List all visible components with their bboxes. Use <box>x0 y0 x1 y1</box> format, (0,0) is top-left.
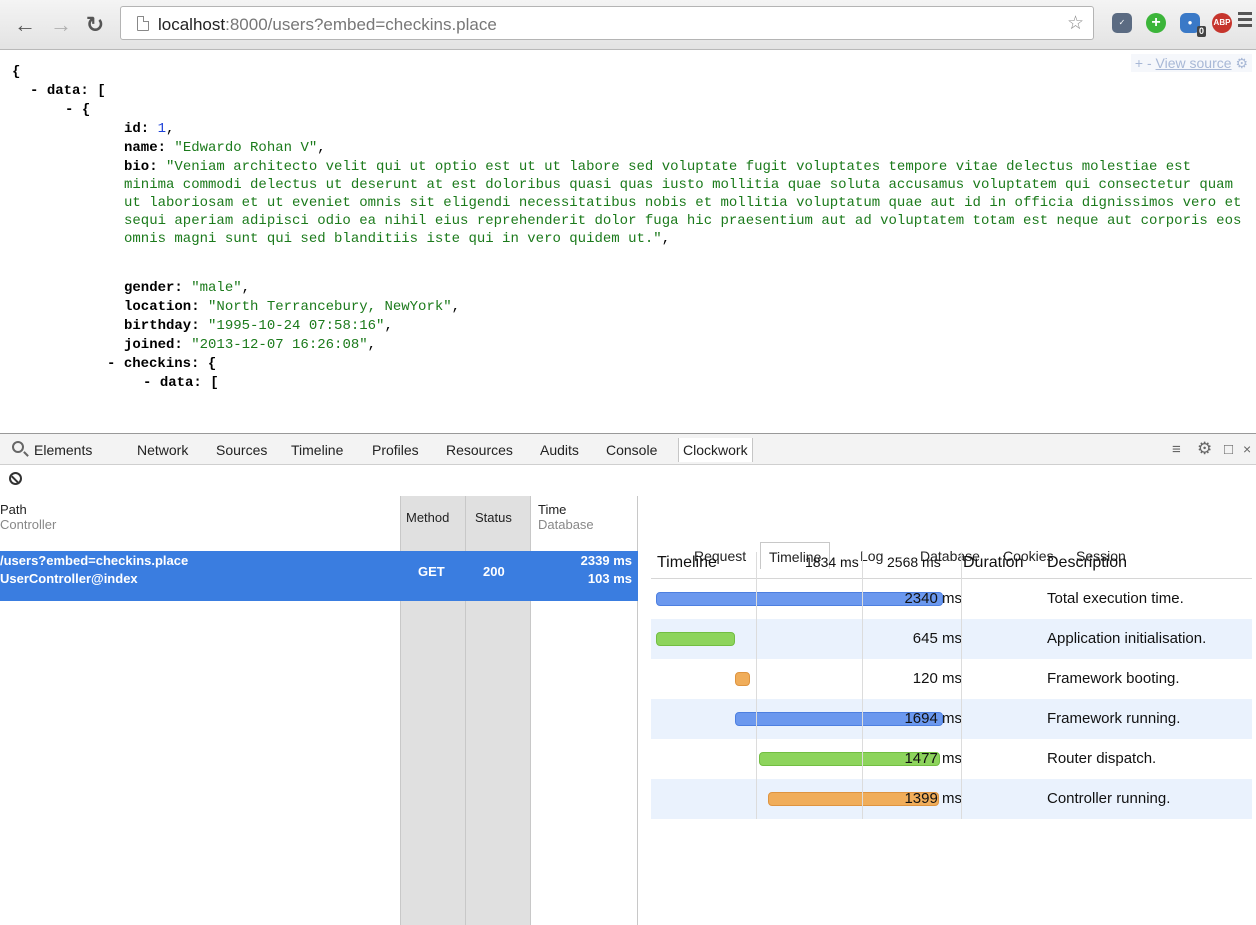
timeline-duration: 2340 ms <box>904 590 962 607</box>
description-header: Description <box>1047 554 1128 571</box>
url-text[interactable]: localhost:8000/users?embed=checkins.plac… <box>158 15 497 35</box>
header-status[interactable]: Status <box>475 510 512 525</box>
timeline-grid-line <box>961 552 962 819</box>
timeline-bar <box>735 672 750 686</box>
requests-table: Path Controller Method Status Time Databas… <box>0 496 638 925</box>
timeline-duration: 1477 ms <box>904 750 962 767</box>
request-controller: UserController@index <box>0 571 138 586</box>
expand-collapse-controls[interactable]: + - <box>1135 55 1152 71</box>
json-key: data: <box>46 83 89 99</box>
timeline-row[interactable]: 645 ms Application initialisation. <box>651 619 1252 659</box>
timeline-duration: 1694 ms <box>904 710 962 727</box>
request-method: GET <box>418 564 445 579</box>
timeline-description: Application initialisation. <box>1047 630 1207 647</box>
timeline-description: Framework running. <box>1047 710 1181 727</box>
menu-icon[interactable] <box>1238 12 1252 30</box>
ghostery-extension-icon[interactable]: ● 0 <box>1180 13 1206 37</box>
timeline-grid-line <box>862 552 863 819</box>
detail-tab-bar: Request Timeline Log Database Cookies Se… <box>638 538 1256 569</box>
header-time[interactable]: Time Database <box>538 502 594 532</box>
add-extension-icon[interactable]: + <box>1146 13 1166 33</box>
timeline-duration: 1399 ms <box>904 790 962 807</box>
request-time: 2339 ms <box>580 553 632 568</box>
inspect-search-icon[interactable] <box>12 441 24 453</box>
tab-audits[interactable]: Audits <box>540 442 579 458</box>
forward-button[interactable]: → <box>48 12 74 38</box>
json-value: "North Terrancebury, NewYork" <box>199 299 452 315</box>
json-toggle[interactable]: - <box>30 83 47 99</box>
address-bar[interactable]: localhost:8000/users?embed=checkins.plac… <box>120 6 1094 40</box>
dock-icon[interactable]: □ <box>1224 441 1233 458</box>
json-value: "Edwardo Rohan V" <box>166 140 318 156</box>
json-value: "Veniam architecto velit qui ut optio es… <box>124 159 1242 247</box>
json-key: birthday: <box>124 318 200 334</box>
gear-icon[interactable]: ⚙ <box>1235 55 1248 71</box>
tab-network[interactable]: Network <box>137 442 188 458</box>
timeline-row[interactable]: 1477 ms Router dispatch. <box>651 739 1252 779</box>
browser-toolbar: ← → ↻ localhost:8000/users?embed=checkin… <box>0 0 1256 50</box>
json-value: "1995-10-24 07:58:16" <box>199 318 385 334</box>
back-button[interactable]: ← <box>12 12 38 38</box>
settings-gear-icon[interactable]: ⚙ <box>1197 439 1212 459</box>
timeline-description: Framework booting. <box>1047 670 1180 687</box>
timeline-bar <box>656 632 736 646</box>
timeline-marker-1: 1834 ms <box>805 554 859 570</box>
timeline-row[interactable]: 120 ms Framework booting. <box>651 659 1252 699</box>
tab-elements[interactable]: Elements <box>34 442 92 458</box>
view-source-bar: + - View source ⚙ <box>1130 54 1252 72</box>
request-path: /users?embed=checkins.place <box>0 553 189 568</box>
request-row[interactable]: /users?embed=checkins.place UserControll… <box>0 551 638 601</box>
console-drawer-icon[interactable]: ≡ <box>1172 441 1181 458</box>
pocket-extension-icon[interactable]: ✓ <box>1112 13 1132 33</box>
timeline-description: Controller running. <box>1047 790 1171 807</box>
tab-profiles[interactable]: Profiles <box>372 442 419 458</box>
timeline-header: Timeline <box>657 554 717 571</box>
timeline-row[interactable]: 1694 ms Framework running. <box>651 699 1252 739</box>
json-value: 1 <box>149 121 167 137</box>
json-value: "male" <box>182 280 242 296</box>
header-path[interactable]: Path Controller <box>0 502 56 532</box>
devtools-tab-bar: Elements Network Sources Timeline Profil… <box>0 433 1256 465</box>
timeline-duration: 645 ms <box>912 630 962 647</box>
timeline-marker-2: 2568 ms <box>887 554 941 570</box>
bookmark-star-icon[interactable]: ☆ <box>1067 12 1084 35</box>
json-key: bio: <box>124 159 158 175</box>
request-status: 200 <box>483 564 505 579</box>
timeline-duration: 120 ms <box>912 670 962 687</box>
json-open-brace: { <box>12 64 21 80</box>
timeline-description: Router dispatch. <box>1047 750 1157 767</box>
header-method[interactable]: Method <box>406 510 449 525</box>
json-key: location: <box>124 299 200 315</box>
json-value: "2013-12-07 16:26:08" <box>182 337 368 353</box>
tab-console[interactable]: Console <box>606 442 657 458</box>
reload-button[interactable]: ↻ <box>82 12 108 38</box>
json-viewer: + - View source ⚙ { - data: [ - { id: 1,… <box>0 51 1256 433</box>
json-key: checkins: <box>123 356 200 372</box>
json-toggle[interactable]: - <box>65 102 82 118</box>
json-key: name: <box>124 140 167 156</box>
view-source-link[interactable]: View source <box>1156 55 1232 71</box>
page-icon <box>137 16 149 31</box>
timeline-grid-line <box>756 552 757 819</box>
json-key: gender: <box>124 280 183 296</box>
json-key: joined: <box>124 337 183 353</box>
duration-header: Duration <box>963 554 1024 571</box>
timeline-row[interactable]: 2340 ms Total execution time. <box>651 579 1252 619</box>
timeline-bar <box>656 592 943 606</box>
close-devtools-icon[interactable]: × <box>1243 441 1251 457</box>
json-key: id: <box>124 121 150 137</box>
tab-clockwork[interactable]: Clockwork <box>678 438 753 462</box>
tab-timeline[interactable]: Timeline <box>291 442 343 458</box>
timeline-description: Total execution time. <box>1047 590 1184 607</box>
adblock-extension-icon[interactable]: ABP <box>1212 13 1232 33</box>
json-toggle[interactable]: - <box>107 356 124 372</box>
tab-sources[interactable]: Sources <box>216 442 267 458</box>
request-db-time: 103 ms <box>587 571 632 586</box>
timeline-row[interactable]: 1399 ms Controller running. <box>651 779 1252 819</box>
tab-resources[interactable]: Resources <box>446 442 513 458</box>
clear-requests-icon[interactable] <box>9 472 22 485</box>
json-key: data: <box>159 375 202 391</box>
json-toggle[interactable]: - <box>143 375 160 391</box>
tab-log[interactable]: Log <box>860 548 883 564</box>
